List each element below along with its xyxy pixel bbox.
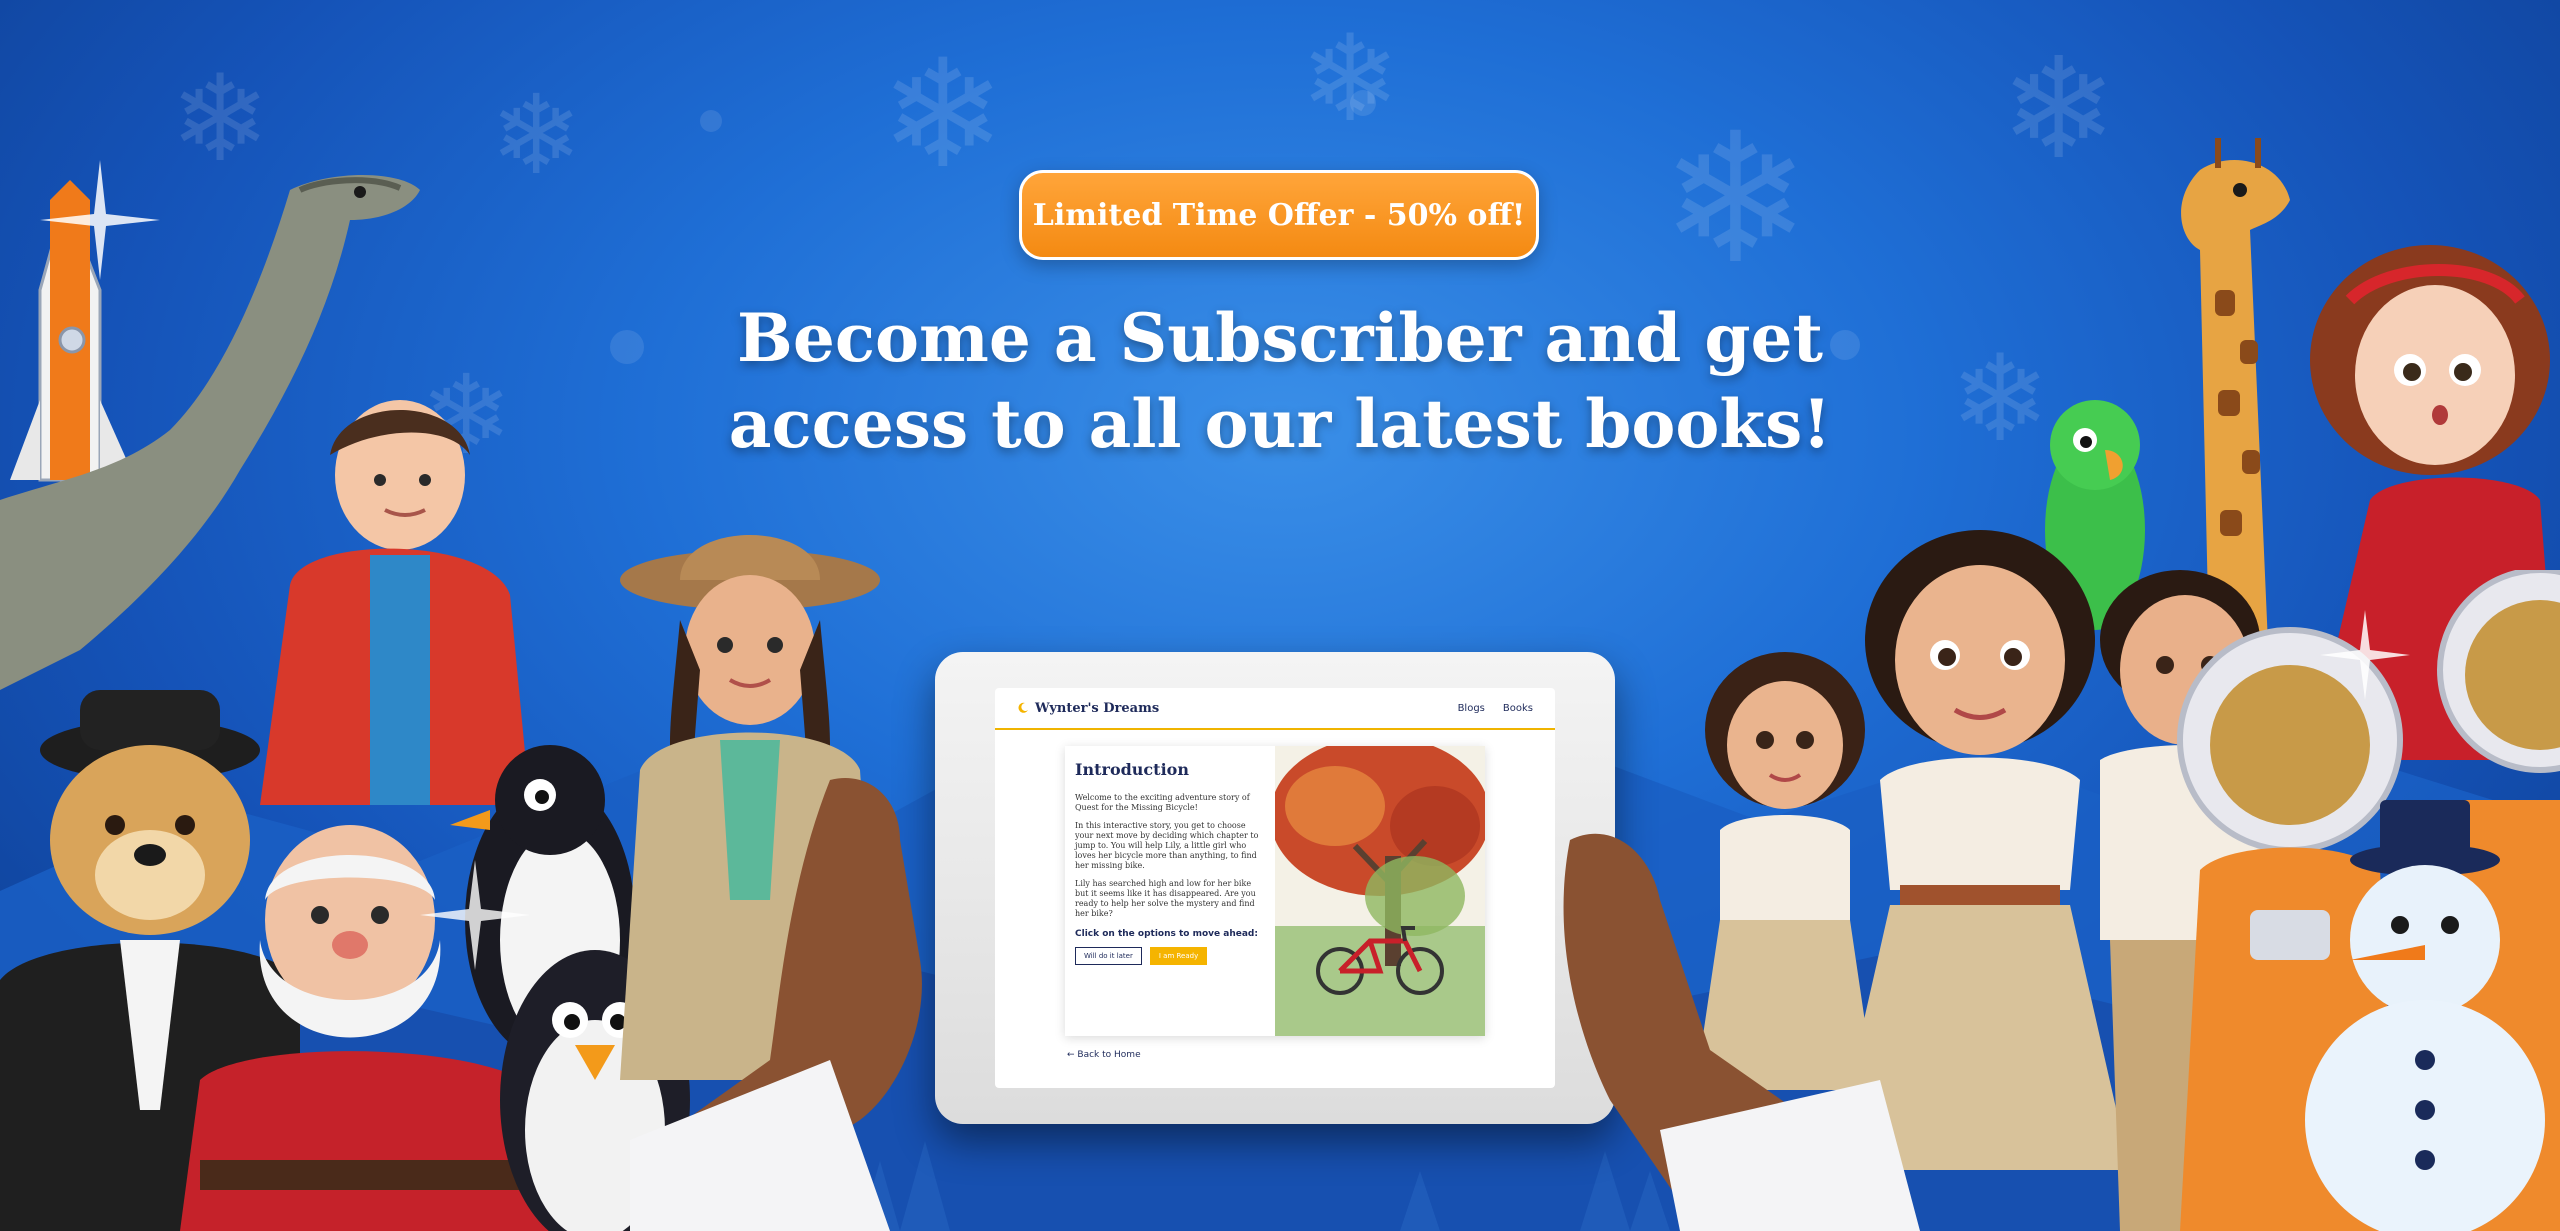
snowflake-decoration: ❄ [880, 28, 1006, 202]
story-text: Introduction Welcome to the exciting adv… [1075, 756, 1265, 965]
right-hand-illustration [1563, 833, 1920, 1231]
moon-icon [1018, 702, 1028, 713]
snowflake-decoration: ❄ [2000, 28, 2118, 191]
back-to-home-link[interactable]: ← Back to Home [1067, 1050, 1141, 1060]
story-paragraph: Welcome to the exciting adventure story … [1075, 793, 1250, 812]
bokeh-light [610, 330, 644, 364]
story-paragraph: Lily has searched high and low for her b… [1075, 879, 1256, 918]
i-am-ready-button[interactable]: I am Ready [1149, 947, 1208, 965]
headline-line-1: Become a Subscriber and get [737, 299, 1823, 377]
headline-line-2: access to all our latest books! [728, 385, 1832, 463]
app-nav: Blogs Books [1458, 703, 1533, 714]
snowflake-decoration: ❄ [1660, 95, 1811, 304]
app-header: Wynter's Dreams Blogs Books [995, 688, 1555, 730]
snowflake-decoration: ❄ [490, 71, 583, 199]
nav-item-books[interactable]: Books [1503, 703, 1533, 714]
sparkle-icon [2320, 610, 2410, 700]
limited-offer-button[interactable]: Limited Time Offer - 50% off! [1019, 170, 1539, 260]
tablet-device: Wynter's Dreams Blogs Books Introduction… [935, 652, 1615, 1124]
hero-banner: ❄ ❄ ❄ ❄ ❄ ❄ ❄ ❄ Limited Time Offer - 50%… [0, 0, 2560, 1231]
snowman-illustration [2305, 800, 2545, 1231]
app-brand-name: Wynter's Dreams [1035, 700, 1160, 716]
nav-item-blogs[interactable]: Blogs [1458, 703, 1485, 714]
story-title: Introduction [1075, 760, 1189, 779]
tablet-screen: Wynter's Dreams Blogs Books Introduction… [995, 688, 1555, 1088]
story-card: Introduction Welcome to the exciting adv… [1065, 746, 1485, 1036]
arrow-left-icon: ← [1067, 1050, 1075, 1060]
will-do-later-button[interactable]: Will do it later [1075, 947, 1142, 965]
story-prompt: Click on the options to move ahead: [1075, 929, 1258, 939]
back-to-home-label: Back to Home [1077, 1050, 1141, 1060]
bokeh-light [1350, 90, 1376, 116]
story-choices: Will do it later I am Ready [1075, 947, 1265, 965]
page-headline: Become a Subscriber and get access to al… [680, 295, 1880, 467]
story-paragraph: In this interactive story, you get to ch… [1075, 821, 1259, 870]
snowflake-decoration: ❄ [1300, 10, 1401, 149]
story-illustration-tree-bicycle [1275, 746, 1485, 1036]
bokeh-light [700, 110, 722, 132]
left-hand-illustration [630, 778, 922, 1231]
sparkle-icon [420, 860, 530, 970]
app-brand[interactable]: Wynter's Dreams [1017, 701, 1159, 716]
